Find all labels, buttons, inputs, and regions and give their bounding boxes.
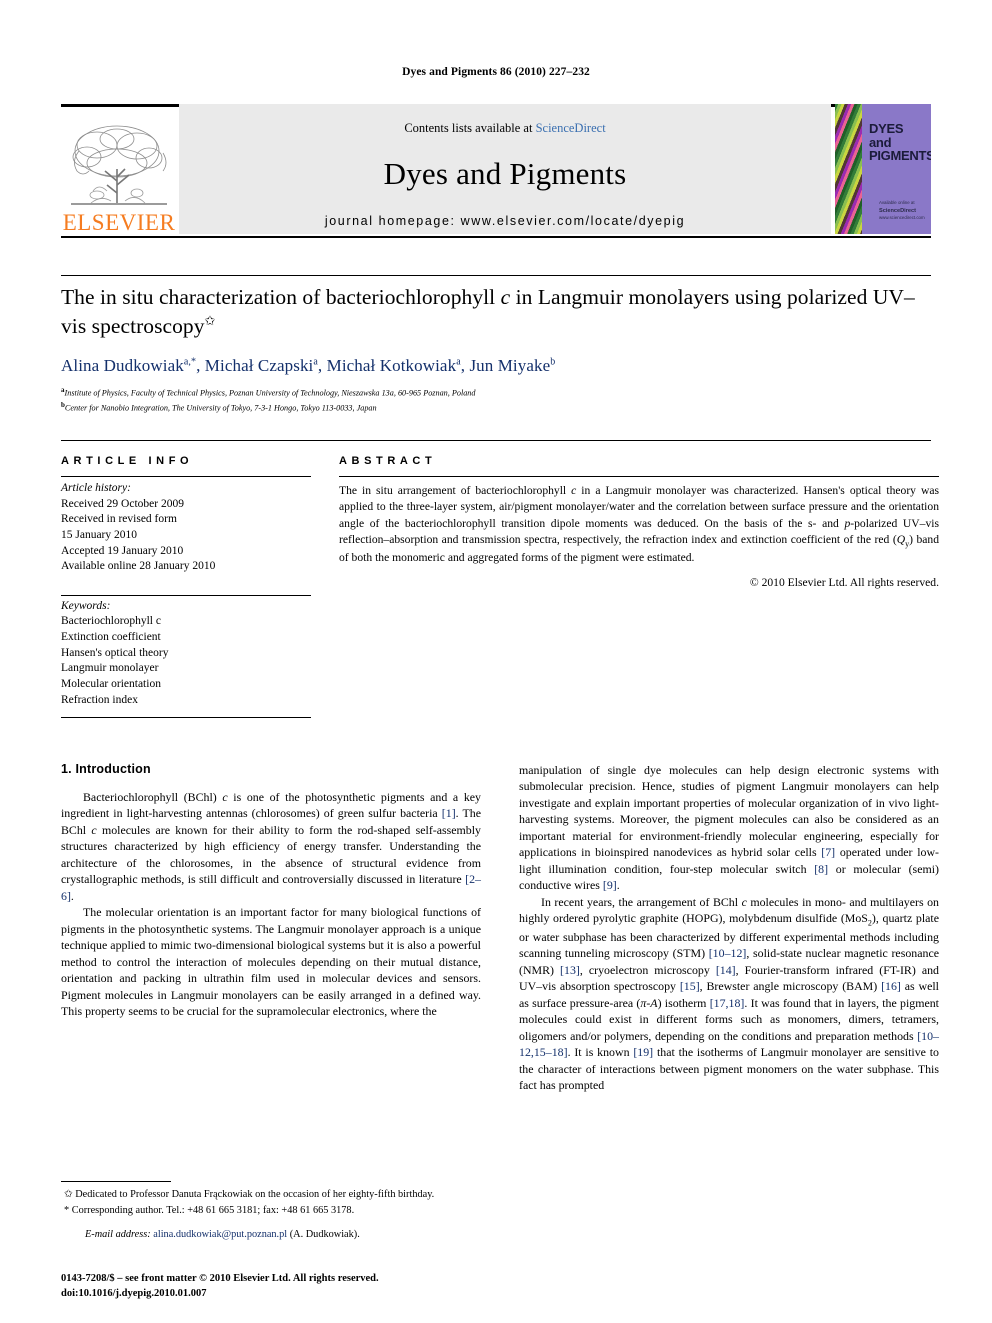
citation-ref[interactable]: [13] <box>560 963 580 977</box>
footnote-rule <box>61 1181 171 1183</box>
footnote-asterisk-icon: * <box>64 1204 70 1216</box>
author-2[interactable]: Michał Kotkowiaka <box>327 356 461 375</box>
email-label: E-mail address: <box>85 1229 151 1241</box>
author-1[interactable]: Michał Czapskia <box>205 356 318 375</box>
author-list: Alina Dudkowiaka,*, Michał Czapskia, Mic… <box>61 355 556 375</box>
article-page: Dyes and Pigments 86 (2010) 227–232 ELSE… <box>0 0 992 1323</box>
keywords-label: Keywords: <box>61 599 111 612</box>
title-italic-c: c <box>500 285 511 309</box>
article-info-heading: ARTICLE INFO <box>61 455 194 467</box>
cover-footer-available: Available online at <box>879 200 915 206</box>
cover-footer-sciencedirect: ScienceDirect <box>879 208 917 214</box>
imprint-block: 0143-7208/$ – see front matter © 2010 El… <box>61 1271 481 1301</box>
title-block: The in situ characterization of bacterio… <box>61 283 939 415</box>
cover-title: DYES and PIGMENTS <box>869 122 931 163</box>
history-line-4: Available online 28 January 2010 <box>61 560 216 573</box>
article-history-label: Article history: <box>61 482 131 494</box>
citation-ref[interactable]: [19] <box>633 1045 653 1059</box>
citation-ref[interactable]: [10–12] <box>709 946 747 960</box>
citation-ref[interactable]: [1] <box>442 806 456 820</box>
cover-footer: Available online at ScienceDirect www.sc… <box>879 200 925 222</box>
affiliation-b: bCenter for Nanobio Integration, The Uni… <box>61 400 377 413</box>
cover-title-line-3: PIGMENTS <box>869 148 931 164</box>
title-top-rule <box>61 275 931 276</box>
footnote-dedication-text: Dedicated to Professor Danuta Frąckowiak… <box>75 1189 435 1201</box>
footnote-email-row: E-mail address: alina.dudkowiak@put.pozn… <box>61 1228 481 1242</box>
footnote-corresponding-text: Corresponding author. Tel.: +48 61 665 3… <box>71 1204 355 1216</box>
keyword-5: Refraction index <box>61 693 138 706</box>
title-part-2: in Langmuir monolayers <box>510 285 730 309</box>
citation-ref[interactable]: [8] <box>814 862 828 876</box>
keyword-1: Extinction coefficient <box>61 631 161 643</box>
abstract-top-rule <box>61 440 931 441</box>
page-title: The in situ characterization of bacterio… <box>61 283 939 341</box>
footnote-corresponding: * Corresponding author. Tel.: +48 61 665… <box>61 1204 481 1218</box>
header-bottom-rule <box>61 236 931 238</box>
cover-art-strip <box>835 104 862 234</box>
keyword-2: Hansen's optical theory <box>61 646 169 659</box>
keyword-0: Bacteriochlorophyll c <box>61 615 161 628</box>
affiliations: aInstitute of Physics, Faculty of Techni… <box>61 385 939 415</box>
journal-header: ELSEVIER Contents lists available at Sci… <box>61 104 931 234</box>
keyword-4: Molecular orientation <box>61 677 161 690</box>
cover-title-line-2: and <box>869 134 892 150</box>
title-part-1: The in situ characterization of bacterio… <box>61 285 501 309</box>
abstract-heading: ABSTRACT <box>339 455 437 467</box>
elsevier-logo[interactable]: ELSEVIER <box>61 104 177 234</box>
keywords-block: Keywords: Bacteriochlorophyll c Extincti… <box>61 594 311 719</box>
journal-header-center: Contents lists available at ScienceDirec… <box>179 104 831 234</box>
abstract-copyright: © 2010 Elsevier Ltd. All rights reserved… <box>749 576 939 590</box>
paragraph: The molecular orientation is an importan… <box>61 905 481 1019</box>
email-owner: (A. Dudkowiak). <box>289 1229 360 1241</box>
article-info-column: ARTICLE INFO Article history: Received 2… <box>61 455 311 719</box>
footnote-star-icon: ✩ <box>64 1189 73 1201</box>
citation-ref[interactable]: [16] <box>881 979 901 993</box>
running-head: Dyes and Pigments 86 (2010) 227–232 <box>402 66 590 78</box>
citation-ref[interactable]: [7] <box>821 845 835 859</box>
footnote-dedication: ✩ Dedicated to Professor Danuta Frąckowi… <box>61 1188 481 1202</box>
body-column-right: manipulation of single dye molecules can… <box>519 762 939 1094</box>
imprint-line-1: 0143-7208/$ – see front matter © 2010 El… <box>61 1272 379 1284</box>
affiliation-a: aInstitute of Physics, Faculty of Techni… <box>61 385 476 398</box>
contents-prefix: Contents lists available at <box>404 121 536 135</box>
journal-homepage-line[interactable]: journal homepage: www.elsevier.com/locat… <box>325 214 685 228</box>
paragraph: In recent years, the arrangement of BChl… <box>519 894 940 1093</box>
journal-title: Dyes and Pigments <box>383 156 627 191</box>
paragraph: manipulation of single dye molecules can… <box>519 763 939 893</box>
abstract-column: ABSTRACT The in situ arrangement of bact… <box>339 455 939 718</box>
paragraph: Bacteriochlorophyll (BChl) c is one of t… <box>61 790 481 903</box>
keywords-bottom-rule <box>61 717 311 719</box>
imprint-line-2: doi:10.1016/j.dyepig.2010.01.007 <box>61 1287 207 1299</box>
citation-ref[interactable]: [9] <box>603 878 617 892</box>
keywords-list: Keywords: Bacteriochlorophyll c Extincti… <box>61 596 311 717</box>
dedication-star-icon: ✩ <box>204 312 216 328</box>
author-0[interactable]: Alina Dudkowiaka,* <box>61 356 196 375</box>
email-link[interactable]: alina.dudkowiak@put.poznan.pl <box>153 1229 287 1240</box>
keyword-3: Langmuir monolayer <box>61 662 159 675</box>
contents-available-line: Contents lists available at ScienceDirec… <box>404 121 605 136</box>
sciencedirect-link[interactable]: ScienceDirect <box>536 121 606 135</box>
history-line-1: Received in revised form <box>61 513 177 526</box>
cover-title-line-1: DYES <box>869 121 904 136</box>
article-history: Article history: Received 29 October 200… <box>61 477 311 575</box>
history-line-3: Accepted 19 January 2010 <box>61 544 184 557</box>
citation-ref[interactable]: [17,18] <box>710 996 745 1010</box>
journal-cover-thumbnail[interactable]: DYES and PIGMENTS Available online at Sc… <box>835 104 931 234</box>
elsevier-wordmark: ELSEVIER <box>62 210 176 235</box>
section-heading-introduction: 1. Introduction <box>61 762 151 776</box>
footnotes-block: ✩ Dedicated to Professor Danuta Frąckowi… <box>61 1181 481 1253</box>
info-abstract-row: ARTICLE INFO Article history: Received 2… <box>61 455 939 719</box>
cover-footer-url: www.sciencedirect.com <box>879 215 925 221</box>
author-3[interactable]: Jun Miyakeb <box>469 356 555 375</box>
history-line-0: Received 29 October 2009 <box>61 497 184 510</box>
history-line-2: 15 January 2010 <box>61 528 138 541</box>
body-column-left: 1. Introduction Bacteriochlorophyll (BCh… <box>61 762 481 1094</box>
abstract-text: The in situ arrangement of bacteriochlor… <box>339 484 940 565</box>
elsevier-tree-icon <box>71 125 167 205</box>
citation-ref[interactable]: [15] <box>680 979 700 993</box>
article-body: 1. Introduction Bacteriochlorophyll (BCh… <box>61 762 939 1094</box>
citation-ref[interactable]: [14] <box>716 963 736 977</box>
